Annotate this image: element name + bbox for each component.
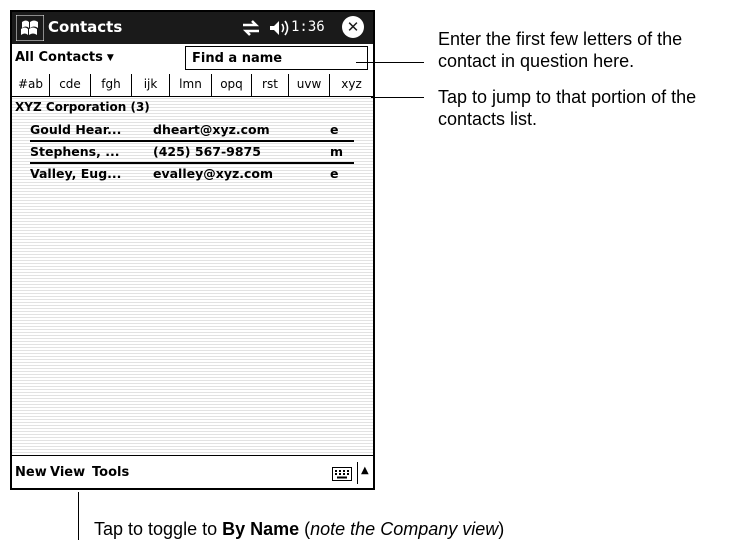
callout-view-bold: By Name bbox=[222, 519, 300, 539]
contact-info: evalley@xyz.com bbox=[153, 166, 274, 181]
contact-info: dheart@xyz.com bbox=[153, 122, 270, 137]
alpha-tab-ijk[interactable]: ijk bbox=[132, 74, 170, 96]
contact-name: Valley, Eug... bbox=[30, 166, 122, 181]
chevron-down-icon: ▼ bbox=[106, 52, 114, 63]
alpha-tab-opq[interactable]: opq bbox=[212, 74, 252, 96]
callout-tabs-text: Tap to jump to that portion of the conta… bbox=[438, 87, 697, 129]
sip-arrow-up-icon[interactable]: ▲ bbox=[361, 465, 369, 476]
clock[interactable]: 1:36 bbox=[291, 19, 325, 35]
alpha-tab-uvw[interactable]: uvw bbox=[289, 74, 330, 96]
callout-view-paren-close: ) bbox=[498, 519, 505, 539]
alpha-tab-xyz[interactable]: xyz bbox=[330, 74, 373, 96]
contact-name: Gould Hear... bbox=[30, 122, 122, 137]
callout-line-tabs bbox=[371, 97, 424, 98]
callout-line-find bbox=[356, 62, 424, 63]
close-circle-icon[interactable]: ✕ bbox=[342, 16, 364, 38]
category-dropdown[interactable]: All Contacts ▼ bbox=[15, 50, 114, 65]
title-bar: Contacts 1:36 ✕ bbox=[12, 12, 373, 44]
company-group-header[interactable]: XYZ Corporation (3) bbox=[15, 100, 150, 114]
contact-type: e bbox=[330, 166, 339, 181]
contact-name: Stephens, ... bbox=[30, 144, 120, 159]
contact-type: m bbox=[330, 144, 344, 159]
new-menu[interactable]: New bbox=[15, 465, 47, 480]
menu-bar: New View Tools ▲ bbox=[12, 455, 373, 488]
callout-view-italic: note the Company view bbox=[310, 519, 499, 539]
category-label: All Contacts bbox=[15, 50, 103, 65]
callout-line-view bbox=[78, 492, 79, 540]
tools-menu[interactable]: Tools bbox=[92, 465, 129, 480]
alpha-tab-ab[interactable]: #ab bbox=[12, 74, 50, 96]
contact-row-selected[interactable]: Stephens, ... (425) 567-9875 m bbox=[30, 140, 354, 164]
connectivity-arrows-icon[interactable] bbox=[240, 18, 262, 38]
callout-find-text: Enter the first few letters of the conta… bbox=[438, 29, 683, 71]
contact-row[interactable]: Valley, Eug... evalley@xyz.com e bbox=[30, 164, 354, 184]
callout-view-text: Tap to toggle to By Name (note the Compa… bbox=[94, 518, 504, 540]
contacts-toolbar: All Contacts ▼ bbox=[12, 44, 373, 75]
contact-info: (425) 567-9875 bbox=[153, 144, 261, 159]
callout-view-prefix: Tap to toggle to bbox=[94, 519, 223, 539]
keyboard-icon[interactable] bbox=[332, 467, 352, 481]
alpha-tab-cde[interactable]: cde bbox=[50, 74, 91, 96]
alpha-tab-fgh[interactable]: fgh bbox=[91, 74, 132, 96]
alphabet-tab-bar: #ab cde fgh ijk lmn opq rst uvw xyz bbox=[12, 74, 373, 97]
alpha-tab-rst[interactable]: rst bbox=[252, 74, 289, 96]
app-title: Contacts bbox=[48, 18, 123, 36]
contact-type: e bbox=[330, 122, 339, 137]
windows-flag-icon[interactable] bbox=[16, 15, 44, 41]
sip-divider bbox=[357, 462, 358, 484]
alpha-tab-lmn[interactable]: lmn bbox=[170, 74, 212, 96]
find-name-input[interactable] bbox=[185, 46, 368, 70]
contact-row[interactable]: Gould Hear... dheart@xyz.com e bbox=[30, 120, 354, 140]
view-menu[interactable]: View bbox=[50, 465, 85, 480]
callout-view-paren-open: ( bbox=[299, 519, 311, 539]
device-screen: Contacts 1:36 ✕ All Contacts▼ #ab cde fg… bbox=[10, 10, 375, 490]
speaker-icon[interactable] bbox=[268, 18, 290, 38]
